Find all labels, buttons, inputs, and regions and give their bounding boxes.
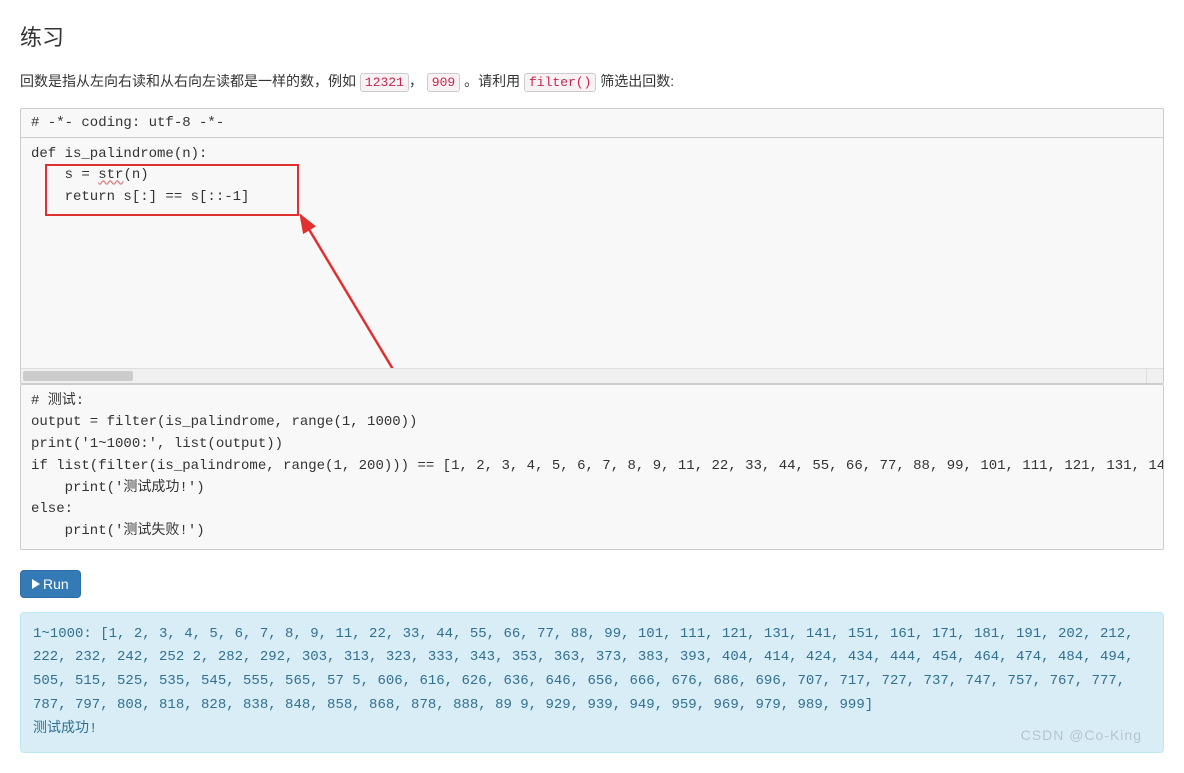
annotation-arrow: [289, 196, 419, 384]
exercise-description: 回数是指从左向右读和从右向左读都是一样的数，例如 12321， 909 。请利用…: [20, 70, 1164, 94]
desc-sep1: ，: [409, 73, 423, 89]
code-editor-header: # -*- coding: utf-8 -*-: [21, 109, 1163, 138]
code-line-1: def is_palindrome(n):: [31, 146, 207, 162]
output-result-line: 1~1000: [1, 2, 3, 4, 5, 6, 7, 8, 9, 11, …: [33, 626, 1134, 713]
code-line-3: return s[:] == s[::-1]: [31, 189, 249, 205]
play-icon: [32, 579, 40, 589]
code-line-2-prefix: s =: [31, 167, 98, 183]
code-line-2-str: str: [98, 167, 123, 183]
inline-code-12321: 12321: [360, 73, 409, 92]
test-code-body: # 测试: output = filter(is_palindrome, ran…: [21, 385, 1163, 549]
inline-code-909: 909: [427, 73, 460, 92]
inline-code-filter: filter(): [524, 73, 596, 92]
horizontal-scrollbar[interactable]: [21, 368, 1163, 383]
code-editor-block: # -*- coding: utf-8 -*- def is_palindrom…: [20, 108, 1164, 384]
code-editor-body[interactable]: def is_palindrome(n): s = str(n) return …: [21, 138, 1163, 368]
output-panel: 1~1000: [1, 2, 3, 4, 5, 6, 7, 8, 9, 11, …: [20, 612, 1164, 753]
output-success-line: 测试成功!: [33, 721, 97, 737]
page-title: 练习: [20, 20, 1164, 52]
test-code-block: # 测试: output = filter(is_palindrome, ran…: [20, 384, 1164, 550]
run-button-label: Run: [43, 576, 69, 592]
code-line-2-suffix: (n): [123, 167, 148, 183]
desc-text-2: 。请利用: [464, 73, 524, 89]
run-button[interactable]: Run: [20, 570, 81, 598]
desc-text-3: 筛选出回数:: [600, 73, 674, 89]
desc-text-1: 回数是指从左向右读和从右向左读都是一样的数，例如: [20, 73, 360, 89]
watermark: CSDN @Co-King: [1021, 727, 1142, 743]
